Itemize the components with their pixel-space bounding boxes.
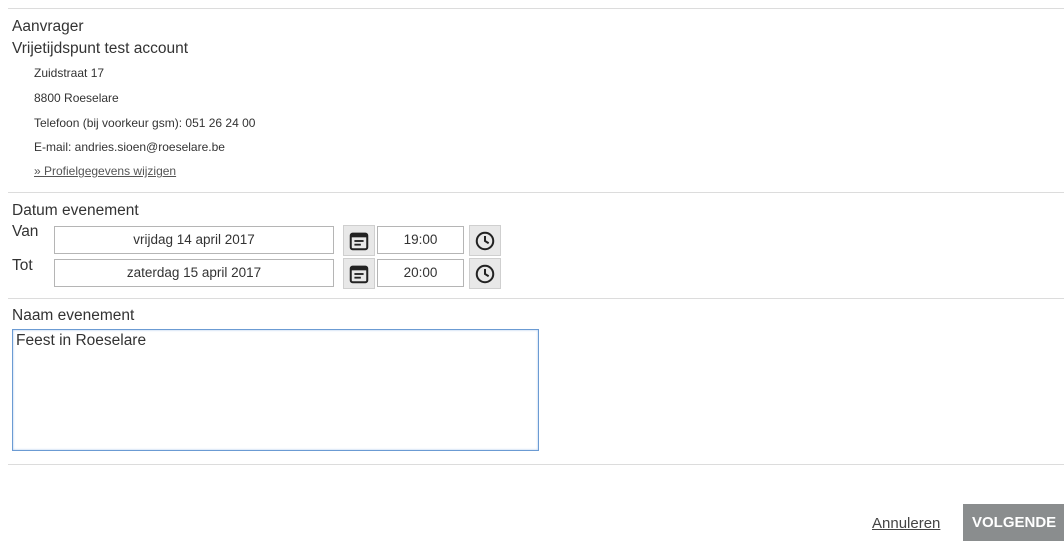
calendar-icon (349, 232, 369, 250)
from-time-input[interactable]: 19:00 (377, 226, 464, 254)
to-label: Tot (12, 257, 33, 274)
applicant-title: Aanvrager (12, 18, 84, 35)
to-date-input[interactable]: zaterdag 15 april 2017 (54, 259, 334, 287)
event-date-title: Datum evenement (12, 202, 139, 219)
divider-3 (8, 464, 1064, 465)
applicant-email: E-mail: andries.sioen@roeselare.be (34, 140, 225, 154)
clock-icon (475, 231, 495, 250)
top-divider (8, 8, 1064, 9)
applicant-name: Vrijetijdspunt test account (12, 40, 189, 57)
applicant-city: 8800 Roeselare (34, 91, 119, 105)
from-label: Van (12, 223, 39, 240)
applicant-street: Zuidstraat 17 (34, 66, 105, 80)
to-time-input[interactable]: 20:00 (377, 259, 464, 287)
from-time-picker-button[interactable] (469, 225, 501, 256)
edit-profile-link[interactable]: » Profielgegevens wijzigen (34, 164, 176, 178)
calendar-icon (349, 265, 369, 283)
cancel-link[interactable]: Annuleren (872, 515, 940, 532)
event-name-textarea[interactable]: Feest in Roeselare (12, 329, 539, 451)
clock-icon (475, 264, 495, 283)
next-button[interactable]: VOLGENDE (963, 504, 1064, 541)
divider-1 (8, 192, 1064, 193)
from-date-picker-button[interactable] (343, 225, 375, 256)
to-time-picker-button[interactable] (469, 258, 501, 289)
divider-2 (8, 298, 1064, 299)
from-date-input[interactable]: vrijdag 14 april 2017 (54, 226, 334, 254)
applicant-phone: Telefoon (bij voorkeur gsm): 051 26 24 0… (34, 116, 256, 130)
to-date-picker-button[interactable] (343, 258, 375, 289)
event-name-title: Naam evenement (12, 307, 135, 324)
